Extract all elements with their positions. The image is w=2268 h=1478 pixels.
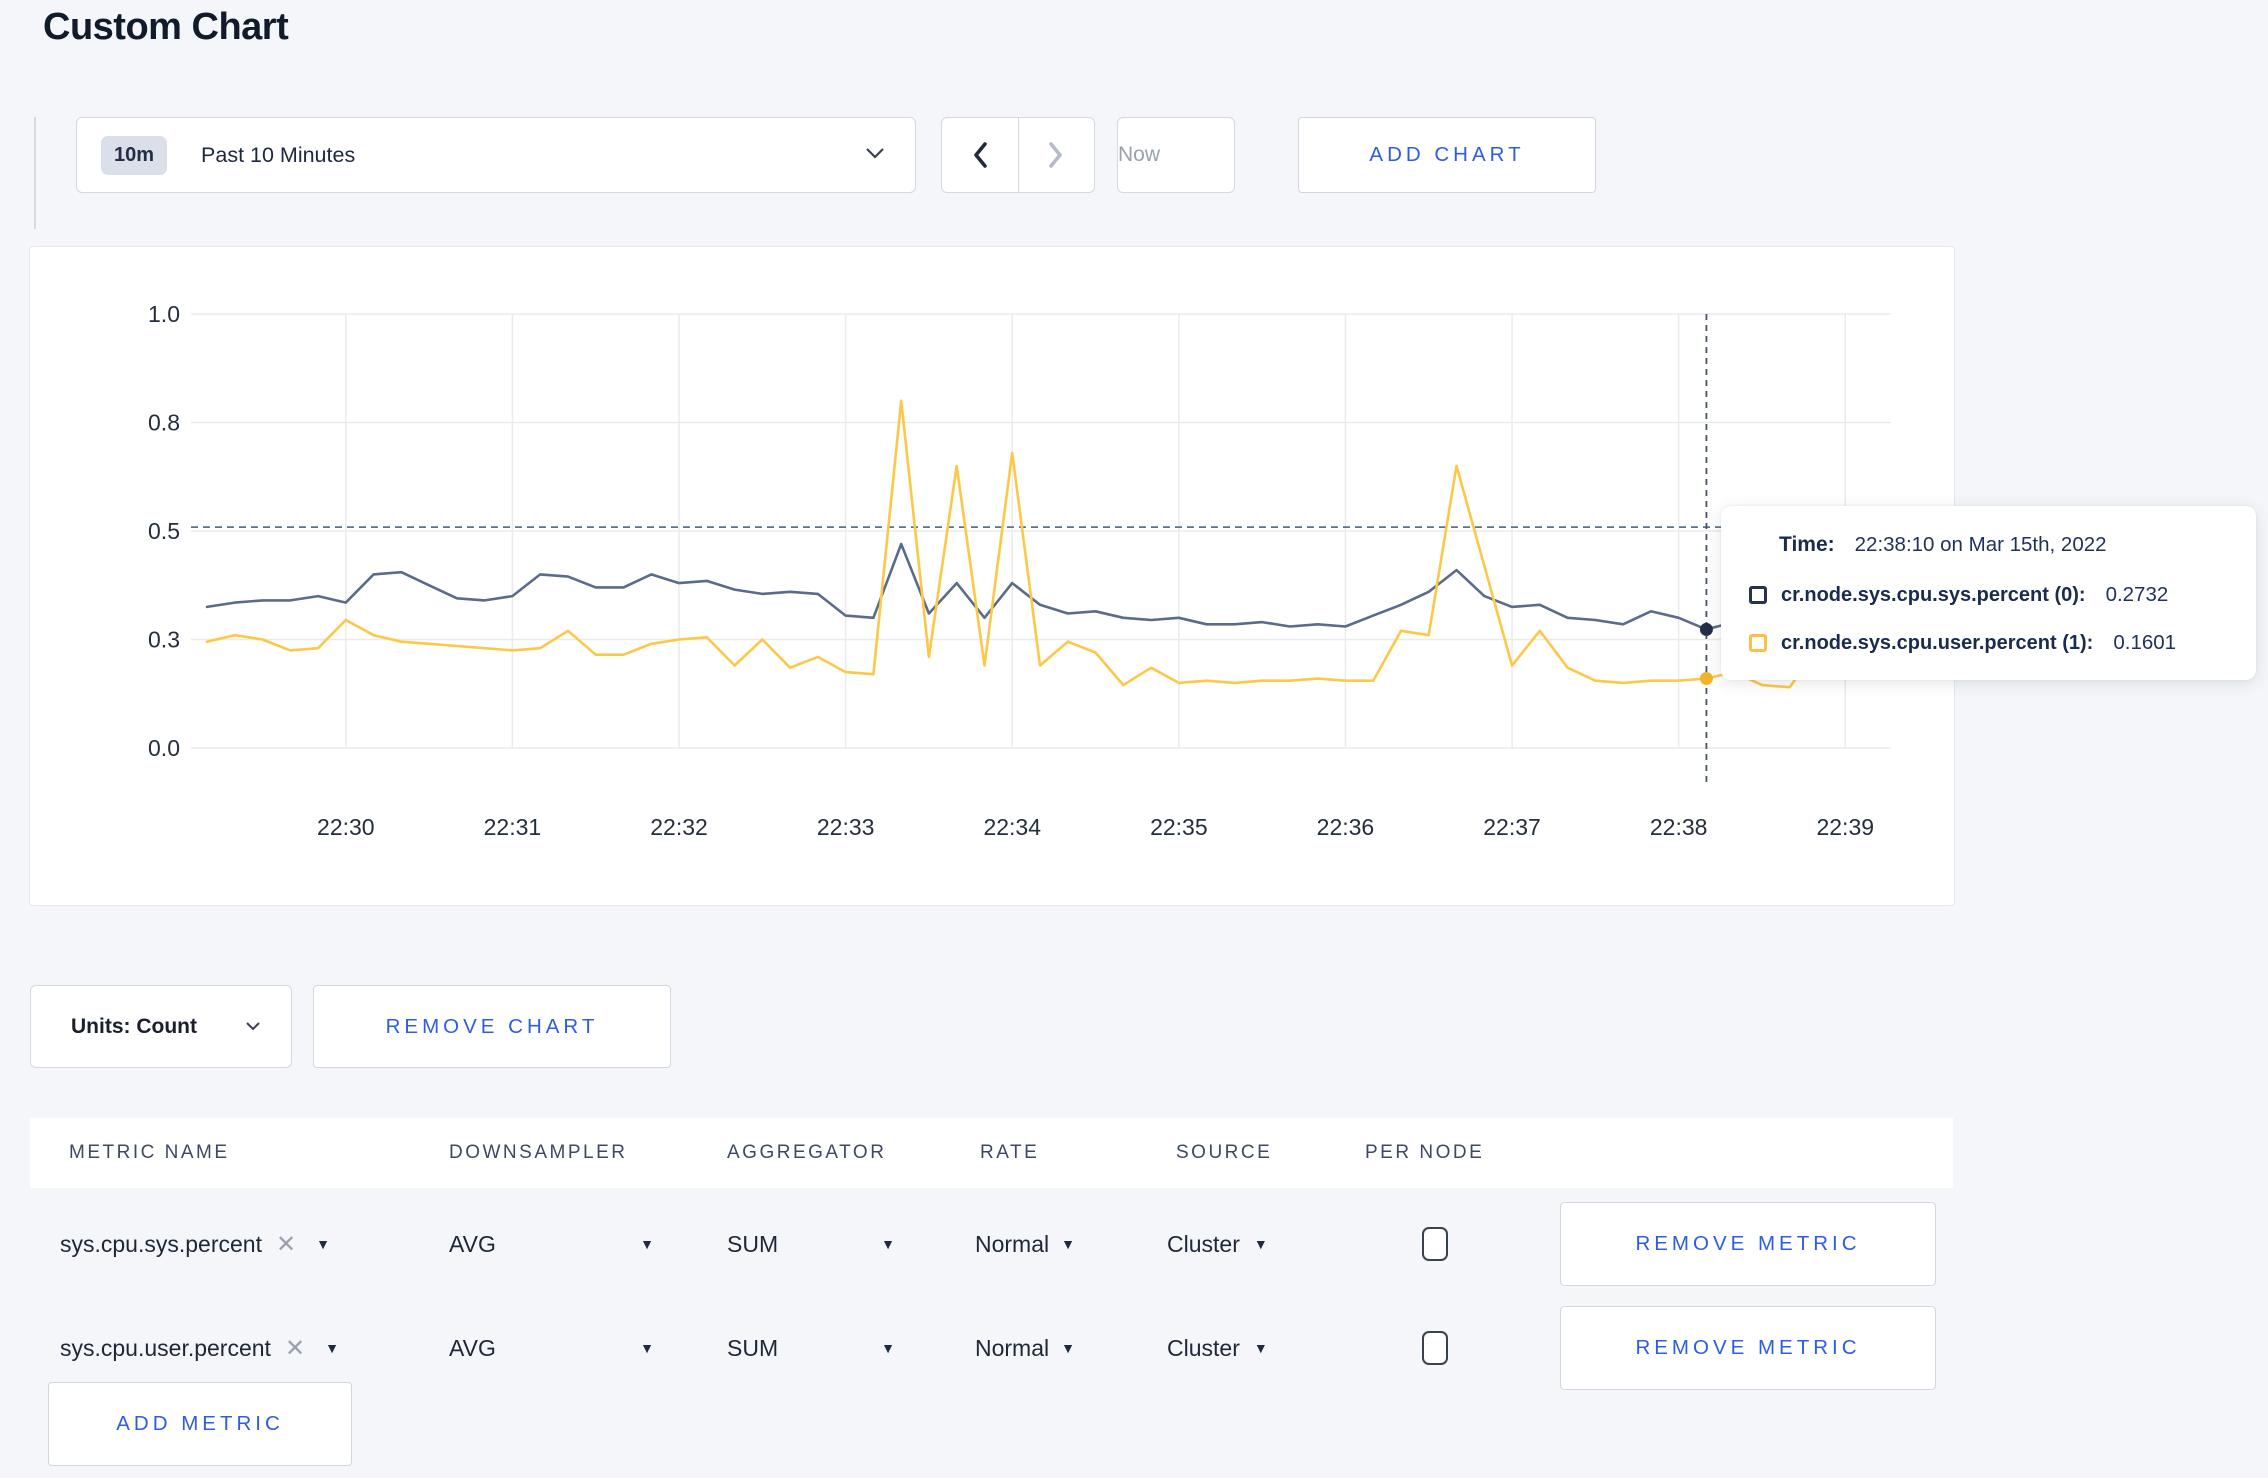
caret-down-icon: ▼	[881, 1340, 895, 1356]
caret-down-icon: ▼	[1253, 1236, 1268, 1252]
col-header-downsampler: DOWNSAMPLER	[449, 1142, 628, 1163]
downsampler-value: AVG	[449, 1334, 496, 1361]
time-nav-group	[941, 117, 1095, 193]
source-select[interactable]: Cluster ▼	[1167, 1296, 1268, 1400]
downsampler-select[interactable]: AVG ▼	[449, 1192, 654, 1296]
chart-svg: 0.0 0.3 0.5 0.8 1.0 22:30 22:31 22:32 22:33 22:34…	[148, 301, 1903, 840]
col-header-aggregator: AGGREGATOR	[727, 1142, 887, 1163]
chart-card[interactable]: 0.0 0.3 0.5 0.8 1.0 22:30 22:31 22:32 22:33 22:34…	[29, 246, 1955, 906]
per-node-checkbox[interactable]	[1422, 1331, 1448, 1365]
time-range-select[interactable]: 10m Past 10 Minutes	[76, 117, 916, 193]
time-range-label: Past 10 Minutes	[201, 142, 356, 167]
caret-down-icon: ▼	[640, 1236, 654, 1252]
metric-row: sys.cpu.sys.percent ✕ ▼ AVG ▼ SUM ▼ Norm…	[30, 1192, 1953, 1296]
svg-text:0.5: 0.5	[148, 518, 180, 544]
page-title: Custom Chart	[43, 6, 289, 48]
aggregator-select[interactable]: SUM ▼	[727, 1192, 895, 1296]
caret-down-icon: ▼	[1253, 1340, 1268, 1356]
source-value: Cluster	[1167, 1334, 1240, 1361]
time-back-button[interactable]	[942, 118, 1018, 192]
col-header-metric-name: METRIC NAME	[69, 1142, 230, 1163]
time-forward-button[interactable]	[1017, 118, 1095, 192]
svg-text:22:33: 22:33	[817, 814, 875, 840]
svg-text:22:38: 22:38	[1650, 814, 1708, 840]
toolbar-divider	[34, 117, 36, 229]
tooltip-time-value: 22:38:10 on Mar 15th, 2022	[1854, 533, 2107, 556]
downsampler-select[interactable]: AVG ▼	[449, 1296, 654, 1400]
svg-text:0.8: 0.8	[148, 410, 180, 436]
clear-metric-icon[interactable]: ✕	[276, 1230, 296, 1259]
remove-metric-button[interactable]: REMOVE METRIC	[1560, 1306, 1936, 1390]
svg-text:22:32: 22:32	[650, 814, 708, 840]
rate-select[interactable]: Normal ▼	[975, 1296, 1075, 1400]
per-node-checkbox[interactable]	[1422, 1227, 1448, 1261]
tooltip-time-label: Time:	[1779, 533, 1835, 556]
rate-value: Normal	[975, 1230, 1050, 1257]
now-button[interactable]: Now	[1117, 117, 1235, 193]
remove-metric-button[interactable]: REMOVE METRIC	[1560, 1202, 1936, 1286]
chevron-left-icon	[973, 142, 987, 168]
svg-text:22:34: 22:34	[983, 814, 1041, 840]
col-header-rate: RATE	[980, 1142, 1040, 1163]
rate-select[interactable]: Normal ▼	[975, 1192, 1075, 1296]
remove-chart-button[interactable]: REMOVE CHART	[313, 985, 671, 1068]
metrics-table-header: METRIC NAME DOWNSAMPLER AGGREGATOR RATE …	[30, 1118, 1953, 1188]
svg-text:22:31: 22:31	[484, 814, 542, 840]
metric-name-value: sys.cpu.user.percent	[60, 1334, 271, 1361]
time-range-badge: 10m	[101, 135, 168, 175]
downsampler-value: AVG	[449, 1230, 496, 1257]
svg-text:1.0: 1.0	[148, 301, 180, 327]
series-user-swatch-icon	[1749, 634, 1767, 652]
aggregator-value: SUM	[727, 1230, 779, 1257]
units-select[interactable]: Units: Count	[30, 985, 292, 1068]
caret-down-icon: ▼	[881, 1236, 895, 1252]
caret-down-icon[interactable]: ▼	[316, 1236, 330, 1252]
chevron-down-icon	[245, 1018, 261, 1036]
svg-text:22:39: 22:39	[1816, 814, 1874, 840]
metric-name-select[interactable]: sys.cpu.sys.percent ✕ ▼	[60, 1192, 330, 1296]
tooltip-series-name: cr.node.sys.cpu.sys.percent (0):	[1781, 583, 2086, 606]
svg-text:22:36: 22:36	[1317, 814, 1375, 840]
tooltip-series-value: 0.2732	[2105, 583, 2169, 606]
clear-metric-icon[interactable]: ✕	[285, 1334, 305, 1363]
aggregator-value: SUM	[727, 1334, 779, 1361]
source-value: Cluster	[1167, 1230, 1240, 1257]
units-label: Units: Count	[71, 1014, 197, 1038]
custom-chart-page: Custom Chart 10m Past 10 Minutes Now ADD…	[0, 0, 2268, 1478]
chevron-down-icon	[865, 146, 885, 164]
chevron-right-icon	[1049, 142, 1063, 168]
metric-name-value: sys.cpu.sys.percent	[60, 1230, 262, 1257]
tooltip-series-name: cr.node.sys.cpu.user.percent (1):	[1781, 631, 2094, 654]
series-sys-swatch-icon	[1749, 586, 1767, 604]
svg-text:0.3: 0.3	[148, 627, 180, 653]
svg-text:22:30: 22:30	[317, 814, 375, 840]
col-header-per-node: PER NODE	[1365, 1142, 1485, 1163]
add-chart-button[interactable]: ADD CHART	[1298, 117, 1596, 193]
col-header-source: SOURCE	[1176, 1142, 1273, 1163]
rate-value: Normal	[975, 1334, 1050, 1361]
caret-down-icon[interactable]: ▼	[325, 1340, 339, 1356]
add-metric-button[interactable]: ADD METRIC	[48, 1382, 352, 1466]
caret-down-icon: ▼	[640, 1340, 654, 1356]
aggregator-select[interactable]: SUM ▼	[727, 1296, 895, 1400]
svg-text:0.0: 0.0	[148, 735, 180, 761]
chart-tooltip: Time: 22:38:10 on Mar 15th, 2022 cr.node…	[1721, 506, 2256, 680]
source-select[interactable]: Cluster ▼	[1167, 1192, 1268, 1296]
svg-text:22:35: 22:35	[1150, 814, 1208, 840]
caret-down-icon: ▼	[1061, 1340, 1075, 1356]
caret-down-icon: ▼	[1061, 1236, 1075, 1252]
tooltip-series-value: 0.1601	[2113, 631, 2177, 654]
svg-text:22:37: 22:37	[1483, 814, 1541, 840]
